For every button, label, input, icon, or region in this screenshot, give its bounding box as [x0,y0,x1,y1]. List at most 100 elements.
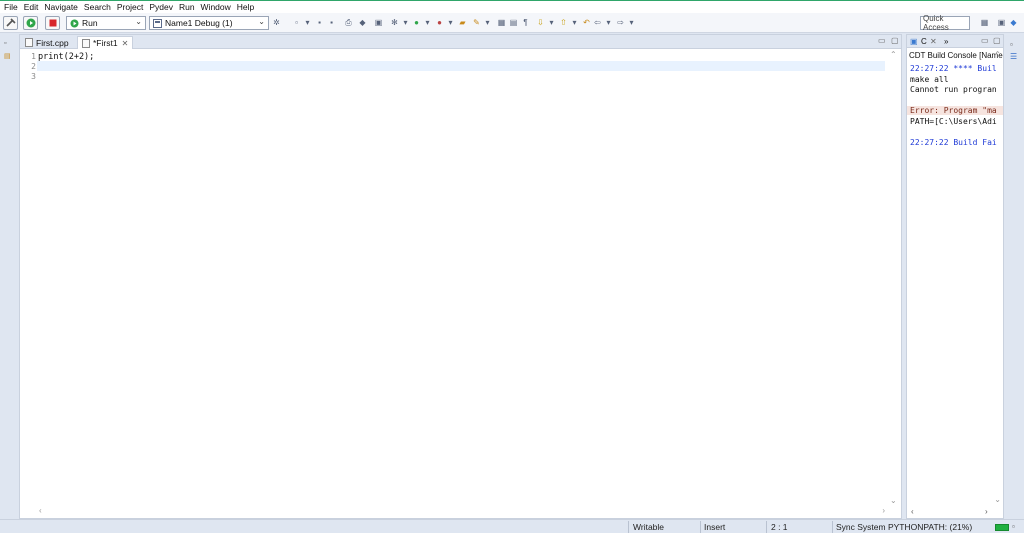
line-number: 1 [31,52,36,61]
run-history-icon[interactable]: ● [411,17,422,28]
status-bar: Writable Insert 2 : 1 Sync System PYTHON… [0,519,1024,533]
more-tabs-indicator[interactable]: » [944,37,948,46]
left-trim-stack: ▫ ▤ [0,34,17,519]
tab-first1[interactable]: *First1 ✕ [77,36,134,49]
print-icon[interactable]: ⎙ [343,17,354,28]
editor-horizontal-scrollbar[interactable]: ‹ › [37,506,887,516]
menu-run[interactable]: Run [179,2,195,12]
next-annotation-icon[interactable]: ⇩ [535,17,546,28]
menu-help[interactable]: Help [237,2,254,12]
dropdown-arrow-icon[interactable]: ▾ [400,17,411,28]
project-explorer-icon[interactable]: ▤ [4,52,13,61]
dropdown-arrow-icon[interactable]: ▾ [445,17,456,28]
stop-icon [49,19,56,27]
terminal-icon[interactable]: ▣ [373,17,384,28]
menu-navigate[interactable]: Navigate [44,2,78,12]
status-insert-mode: Insert [704,522,726,532]
build-hammer-button[interactable] [3,16,18,30]
pencil-icon[interactable]: ✎ [471,17,482,28]
scroll-left-icon[interactable]: ‹ [911,507,914,516]
dropdown-arrow-icon[interactable]: ▾ [626,17,637,28]
scroll-up-icon[interactable]: ⌃ [994,50,1001,59]
tab-first-cpp[interactable]: First.cpp [21,36,73,49]
menu-bar: File Edit Navigate Search Project Pydev … [0,1,1024,13]
launch-config-select[interactable]: Name1 Debug (1) ⌄ [149,16,269,30]
perspective-pydev-icon[interactable]: ◆ [1008,17,1019,28]
external-tools-icon[interactable]: ● [434,17,445,28]
run-icon [26,18,35,28]
dropdown-arrow-icon[interactable]: ▾ [482,17,493,28]
back-arrow-icon[interactable]: ⇦ [592,17,603,28]
tab-console[interactable]: C [921,37,927,46]
show-whitespace-icon[interactable]: ¶ [520,17,531,28]
launch-settings-gear-icon[interactable]: ✲ [271,17,282,28]
launch-stop-button[interactable] [45,16,60,30]
menu-file[interactable]: File [4,2,18,12]
editor-vertical-scrollbar[interactable]: ⌃ ⌄ [889,50,899,505]
dropdown-arrow-icon[interactable]: ▾ [603,17,614,28]
chevron-down-icon: ⌄ [258,17,265,26]
cpp-file-icon [25,38,33,47]
status-background-task[interactable]: Sync System PYTHONPATH: (21%) [836,522,972,532]
previous-annotation-icon[interactable]: ⇧ [558,17,569,28]
scroll-left-icon[interactable]: ‹ [39,506,42,515]
close-icon[interactable]: ✕ [122,39,129,48]
status-separator [700,521,701,533]
forward-arrow-icon[interactable]: ⇨ [615,17,626,28]
file-icon [82,38,90,48]
code-line: print(2+2); [38,52,95,62]
menu-edit[interactable]: Edit [24,2,39,12]
maximize-icon[interactable]: ▢ [891,36,899,45]
launch-mode-select[interactable]: Run ⌄ [66,16,146,30]
dropdown-arrow-icon[interactable]: ▾ [569,17,580,28]
code-editor[interactable]: print(2+2); [37,50,885,505]
dropdown-arrow-icon[interactable]: ▾ [302,17,313,28]
progress-view-icon[interactable]: ▫ [1012,522,1015,531]
perspective-open-icon[interactable]: ▦ [979,17,990,28]
hammer-icon [5,18,16,27]
progress-indicator[interactable] [995,524,1009,531]
perspective-cpp-icon[interactable]: ▣ [996,17,1007,28]
restore-icon[interactable]: ▫ [1010,40,1020,50]
scroll-right-icon[interactable]: › [985,507,988,516]
console-line: make all [910,75,949,84]
build-all-icon[interactable]: ◆ [357,17,368,28]
editor-tab-bar: First.cpp *First1 ✕ ▭ ▢ [20,35,901,49]
launch-mode-value: Run [82,18,98,28]
console-icon: ▣ [910,37,918,46]
launch-config-value: Name1 Debug (1) [165,18,233,28]
open-folder-icon[interactable]: ▰ [457,17,468,28]
new-file-icon[interactable]: ▫ [291,17,302,28]
last-edit-location-icon[interactable]: ↶ [581,17,592,28]
status-separator [628,521,629,533]
console-line: PATH=[C:\Users\Adi [910,117,997,126]
debug-bug-icon[interactable]: ✻ [389,17,400,28]
scroll-right-icon[interactable]: › [882,506,885,515]
block-selection-icon[interactable]: ▤ [508,17,519,28]
quick-access-input[interactable]: Quick Access [920,14,970,32]
dropdown-arrow-icon[interactable]: ▾ [546,17,557,28]
main-toolbar: Run ⌄ Name1 Debug (1) ⌄ ✲ ▫ ▾ ▪ ▪ ⎙ ◆ ▣ … [0,13,1024,33]
editor-panel: First.cpp *First1 ✕ ▭ ▢ 1 2 3 print(2+2)… [19,34,902,519]
minimize-icon[interactable]: ▭ [878,36,886,45]
close-icon[interactable]: ✕ [930,37,937,46]
outline-icon[interactable]: ☰ [1010,52,1020,62]
scroll-down-icon[interactable]: ⌄ [994,495,1001,504]
scroll-up-icon[interactable]: ⌃ [890,50,897,59]
minimize-icon[interactable]: ▭ [981,36,989,45]
menu-window[interactable]: Window [201,2,231,12]
toggle-mark-occurrences-icon[interactable]: ▦ [496,17,507,28]
scroll-down-icon[interactable]: ⌄ [890,496,897,505]
menu-search[interactable]: Search [84,2,111,12]
save-icon[interactable]: ▪ [314,17,325,28]
maximize-icon[interactable]: ▢ [993,36,1001,45]
dropdown-arrow-icon[interactable]: ▾ [422,17,433,28]
launch-run-button[interactable] [23,16,38,30]
console-line: 22:27:22 Build Fai [910,138,997,147]
save-all-icon[interactable]: ▪ [326,17,337,28]
menu-pydev[interactable]: Pydev [149,2,173,12]
chevron-down-icon: ⌄ [135,17,142,26]
restore-icon[interactable]: ▫ [4,40,13,49]
status-separator [766,521,767,533]
menu-project[interactable]: Project [117,2,143,12]
